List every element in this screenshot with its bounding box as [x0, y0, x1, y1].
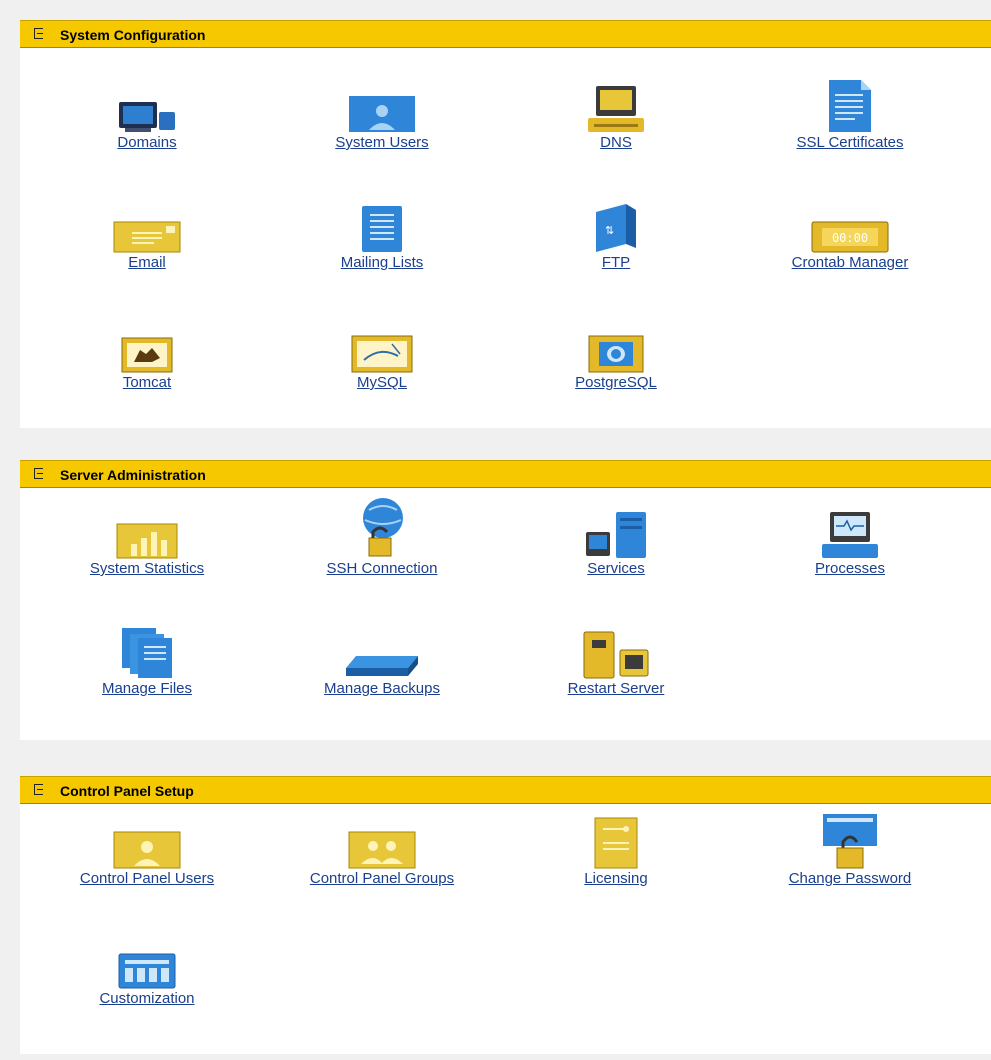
password-lock-icon [823, 814, 877, 869]
postgresql-logo-icon [588, 335, 644, 373]
item-services[interactable]: Services [506, 500, 726, 584]
section-title: Control Panel Setup [60, 783, 194, 799]
section-header[interactable]: Control Panel Setup [20, 776, 991, 804]
server-monitor-icon [586, 512, 646, 558]
item-label[interactable]: Licensing [506, 870, 726, 887]
item-system-users[interactable]: System Users [272, 74, 492, 158]
item-label[interactable]: Control Panel Users [37, 870, 257, 887]
collapse-icon[interactable] [34, 784, 43, 795]
item-postgresql[interactable]: PostgreSQL [506, 314, 726, 398]
item-customization[interactable]: Customization [37, 930, 257, 1014]
item-dns[interactable]: DNS [506, 74, 726, 158]
item-label[interactable]: Customization [37, 990, 257, 1007]
item-mailing-lists[interactable]: Mailing Lists [272, 194, 492, 278]
item-label[interactable]: Manage Backups [272, 680, 492, 697]
item-control-panel-users[interactable]: Control Panel Users [37, 810, 257, 894]
item-label[interactable]: MySQL [272, 374, 492, 391]
svg-text:⇅: ⇅ [605, 224, 614, 237]
item-label[interactable]: Domains [37, 134, 257, 151]
section-header[interactable]: System Configuration [20, 20, 991, 48]
item-label[interactable]: Restart Server [506, 680, 726, 697]
collapse-icon[interactable] [34, 468, 43, 479]
item-change-password[interactable]: Change Password [740, 810, 960, 894]
collapse-icon[interactable] [34, 28, 43, 39]
item-label[interactable]: FTP [506, 254, 726, 271]
section-header[interactable]: Server Administration [20, 460, 991, 488]
item-mysql[interactable]: MySQL [272, 314, 492, 398]
item-manage-files[interactable]: Manage Files [37, 620, 257, 704]
item-label[interactable]: Mailing Lists [272, 254, 492, 271]
globe-lock-icon [363, 498, 403, 557]
email-envelope-icon [113, 221, 181, 253]
section-system-configuration: System Configuration Domains System User… [20, 20, 991, 428]
bar-chart-icon [116, 523, 178, 559]
item-restart-server[interactable]: Restart Server [506, 620, 726, 704]
item-label[interactable]: SSL Certificates [740, 134, 960, 151]
item-system-statistics[interactable]: System Statistics [37, 500, 257, 584]
mysql-logo-icon [351, 335, 413, 373]
cp-user-icon [113, 831, 181, 869]
item-ftp[interactable]: ⇅ FTP [506, 194, 726, 278]
backup-drive-icon [346, 656, 418, 676]
item-label[interactable]: SSH Connection [272, 560, 492, 577]
item-label[interactable]: System Statistics [37, 560, 257, 577]
customization-keyboard-icon [118, 953, 176, 989]
item-label[interactable]: Email [37, 254, 257, 271]
section-title: Server Administration [60, 467, 206, 483]
item-label[interactable]: Manage Files [37, 680, 257, 697]
item-licensing[interactable]: Licensing [506, 810, 726, 894]
item-manage-backups[interactable]: Manage Backups [272, 620, 492, 704]
crontab-clock-icon: 00:00 [811, 221, 889, 253]
item-label[interactable]: PostgreSQL [506, 374, 726, 391]
section-server-administration: Server Administration System Statistics … [20, 460, 991, 740]
item-email[interactable]: Email [37, 194, 257, 278]
item-label[interactable]: Crontab Manager [740, 254, 960, 271]
tomcat-logo-icon [121, 337, 173, 373]
section-title: System Configuration [60, 27, 206, 43]
restart-server-icon [583, 631, 649, 679]
item-label[interactable]: System Users [272, 134, 492, 151]
item-ssl-certificates[interactable]: SSL Certificates [740, 74, 960, 158]
domains-icon [119, 102, 175, 132]
item-control-panel-groups[interactable]: Control Panel Groups [272, 810, 492, 894]
item-crontab-manager[interactable]: 00:00 Crontab Manager [740, 194, 960, 278]
cp-group-icon [348, 831, 416, 869]
process-monitor-icon [822, 512, 878, 558]
item-label[interactable]: DNS [506, 134, 726, 151]
item-ssh-connection[interactable]: SSH Connection [272, 498, 492, 584]
ssl-certificate-icon [829, 80, 871, 132]
item-label[interactable]: Tomcat [37, 374, 257, 391]
item-tomcat[interactable]: Tomcat [37, 314, 257, 398]
mailing-lists-icon [362, 206, 402, 252]
system-users-icon [349, 96, 415, 132]
files-icon [122, 628, 172, 678]
item-label[interactable]: Change Password [740, 870, 960, 887]
item-processes[interactable]: Processes [740, 500, 960, 584]
item-label[interactable]: Services [506, 560, 726, 577]
item-label[interactable]: Control Panel Groups [272, 870, 492, 887]
dns-icon [588, 86, 644, 132]
section-control-panel-setup: Control Panel Setup Control Panel Users … [20, 776, 991, 1054]
item-domains[interactable]: Domains [37, 74, 257, 158]
item-label[interactable]: Processes [740, 560, 960, 577]
ftp-icon: ⇅ [596, 204, 636, 252]
crontab-clock-text: 00:00 [832, 231, 868, 245]
license-document-icon [594, 817, 638, 869]
